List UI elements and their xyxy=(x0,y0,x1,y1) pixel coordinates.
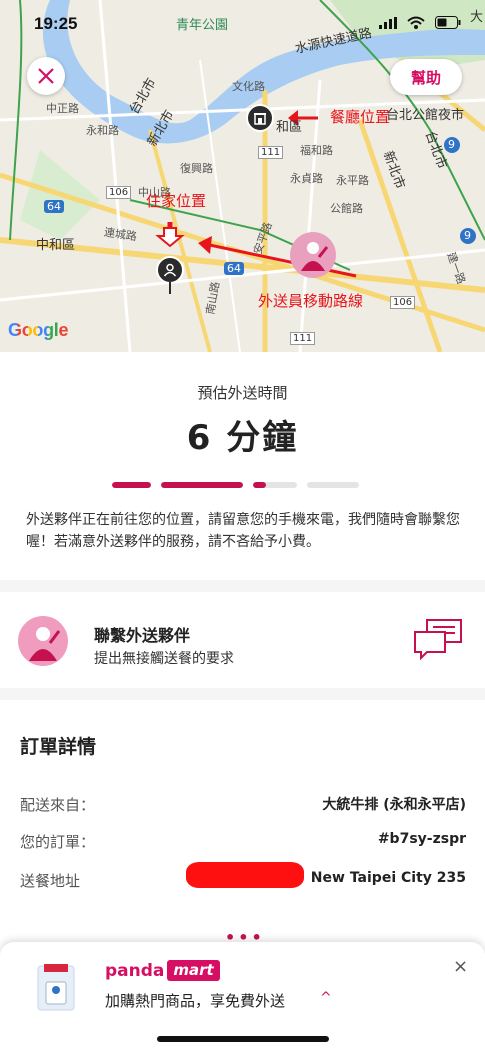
rider-icon xyxy=(301,242,329,271)
map-label-road-chongxin: 永和路 xyxy=(86,124,119,137)
redaction-mark xyxy=(186,862,304,888)
product-thumbnail xyxy=(37,964,75,1011)
signal-icon xyxy=(379,16,397,29)
order-row-key: 配送來自： xyxy=(20,796,96,814)
eta-section: 預估外送時間 6 分鐘 外送夥伴正在前往您的位置，請留意您的手機來電，我們隨時會… xyxy=(0,352,485,580)
rider-marker[interactable] xyxy=(290,232,336,278)
map-label-road-fuxing: 復興路 xyxy=(180,162,213,175)
pandamart-sheet[interactable]: panda mart 加購熱門商品，享免費外送 ^ × xyxy=(0,942,485,1050)
order-row-order-id: 您的訂單： #b7sy-zspr xyxy=(20,831,466,855)
contact-subtitle: 提出無接觸送餐的要求 xyxy=(94,651,234,667)
route-shield-111-b: 111 xyxy=(290,332,316,345)
help-button[interactable]: 幫助 xyxy=(390,59,462,95)
progress-step-3 xyxy=(253,482,297,488)
delivery-progress xyxy=(112,482,359,488)
annotation-route: 外送員移動路線 xyxy=(258,292,364,310)
status-time: 19:25 xyxy=(34,14,78,33)
route-shield-9: 9 xyxy=(448,138,455,151)
home-pin[interactable] xyxy=(156,256,184,284)
map-label-road-zhongzheng: 中正路 xyxy=(46,102,79,115)
route-shield-111: 111 xyxy=(258,146,284,159)
map-label-he: 和區 xyxy=(276,120,303,135)
progress-step-1 xyxy=(112,482,151,488)
chat-icon[interactable] xyxy=(413,618,465,662)
map-label-road-fuhe: 福和路 xyxy=(300,144,333,157)
map-label-road-xinsheng: 公館路 xyxy=(330,202,363,215)
route-shield-106-b: 106 xyxy=(390,296,416,309)
wifi-icon xyxy=(407,16,425,29)
annotation-restaurant: 餐廳位置 xyxy=(330,108,391,126)
rider-avatar xyxy=(18,616,68,666)
person-icon xyxy=(163,263,177,277)
battery-icon xyxy=(435,16,461,29)
order-row-value: 大統牛排 (永和永平店) xyxy=(322,797,466,813)
progress-step-2 xyxy=(161,482,243,488)
promo-text: 加購熱門商品，享免費外送 xyxy=(105,992,286,1010)
eta-value: 6 分鐘 xyxy=(186,418,299,458)
route-shield-64: 64 xyxy=(224,262,244,275)
route-shield-64-b: 64 xyxy=(44,200,64,213)
map-label-road-yonghe: 永貞路 xyxy=(290,172,323,185)
status-icons xyxy=(379,16,461,29)
order-title: 訂單詳情 xyxy=(20,736,97,758)
map-label-nightmarket: 台北公館夜市 xyxy=(386,108,465,123)
close-button[interactable] xyxy=(27,57,65,95)
contact-title: 聯繫外送夥伴 xyxy=(94,626,191,645)
map-label-district: 中和區 xyxy=(36,238,76,253)
route-shield-106: 106 xyxy=(106,186,132,199)
section-divider xyxy=(0,580,485,592)
progress-step-4 xyxy=(307,482,359,488)
restaurant-pin[interactable] xyxy=(246,104,274,132)
eta-label: 預估外送時間 xyxy=(197,384,288,402)
home-pin-stem xyxy=(169,282,171,294)
contact-rider-row[interactable]: 聯繫外送夥伴 提出無接觸送餐的要求 xyxy=(0,592,485,688)
rider-avatar-icon xyxy=(29,627,61,661)
annotation-home: 住家位置 xyxy=(146,192,207,210)
order-details: 訂單詳情 配送來自： 大統牛排 (永和永平店) 您的訂單： #b7sy-zspr… xyxy=(0,700,485,947)
map-label-road-wenhua: 文化路 xyxy=(232,80,265,93)
order-row-value: New Taipei City 235 xyxy=(310,870,466,886)
route-shield-9-b: 9 xyxy=(464,229,471,242)
order-row-key: 送餐地址 xyxy=(20,872,81,890)
map-label-road-yongping: 永平路 xyxy=(336,174,369,187)
google-logo: Google xyxy=(8,320,69,340)
status-bar: 19:25 xyxy=(0,0,485,48)
order-row-value: #b7sy-zspr xyxy=(377,831,466,847)
store-icon xyxy=(254,113,266,125)
home-indicator xyxy=(157,1036,329,1042)
eta-message: 外送夥伴正在前往您的位置，請留意您的手機來電，我們隨時會聯繫您喔！若滿意外送夥伴… xyxy=(26,512,460,550)
order-row-key: 您的訂單： xyxy=(20,833,96,851)
close-icon xyxy=(38,68,54,84)
brand-mart-text: mart xyxy=(167,960,220,981)
brand-panda-text: panda xyxy=(105,960,165,981)
chevron-up-icon[interactable]: ^ xyxy=(320,990,332,1006)
pandamart-logo: panda mart xyxy=(105,960,220,981)
map-view[interactable]: 青年公園 水源快速道路 台北市 新北市 中和區 台北市 新北市 台北公館夜市 文… xyxy=(0,0,485,352)
sheet-close-button[interactable]: × xyxy=(453,956,468,977)
section-divider-2 xyxy=(0,688,485,700)
order-row-restaurant: 配送來自： 大統牛排 (永和永平店) xyxy=(20,794,466,818)
